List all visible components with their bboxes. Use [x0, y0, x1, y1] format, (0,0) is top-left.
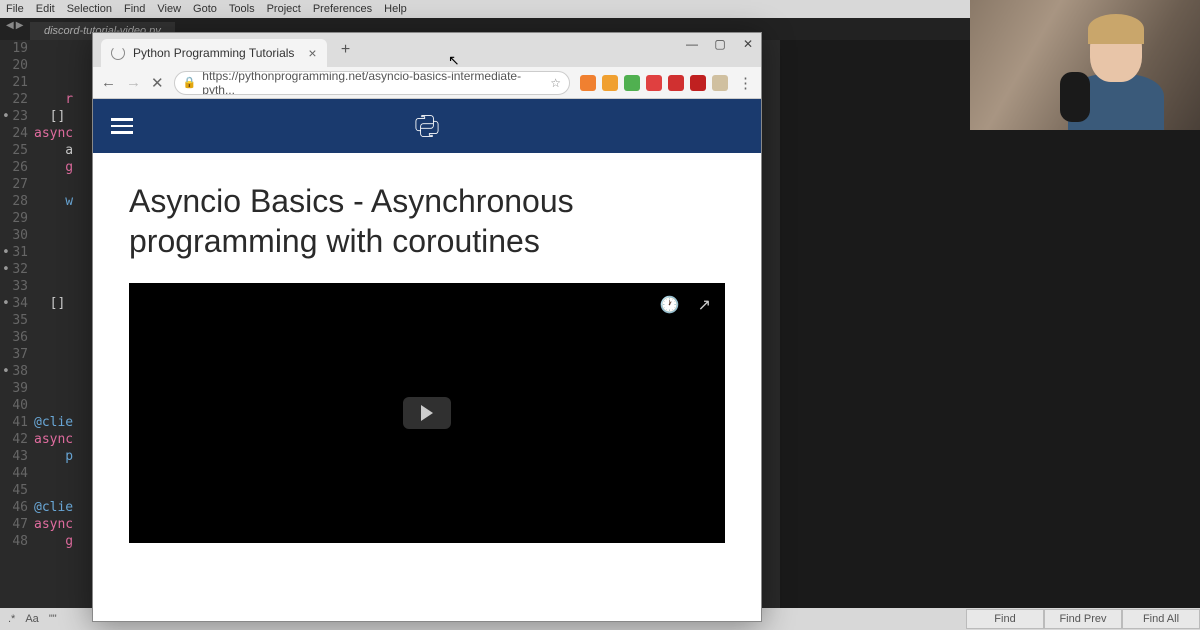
menu-selection[interactable]: Selection: [67, 3, 112, 15]
extension-icon-2[interactable]: [624, 75, 640, 91]
find-all-button[interactable]: Find All: [1122, 609, 1200, 629]
extension-icon-3[interactable]: [646, 75, 662, 91]
close-window-icon[interactable]: ✕: [741, 37, 755, 51]
url-text: https://pythonprogramming.net/asyncio-ba…: [202, 71, 544, 95]
line-gutter: 1920212223242526272829303132333435363738…: [0, 40, 34, 608]
share-icon[interactable]: ↗: [698, 295, 711, 315]
address-bar[interactable]: 🔒 https://pythonprogramming.net/asyncio-…: [174, 71, 570, 95]
hamburger-icon[interactable]: [111, 118, 133, 134]
python-logo-icon: [413, 112, 441, 140]
menu-find[interactable]: Find: [124, 3, 145, 15]
editor-history-arrows[interactable]: ◀▶: [6, 20, 23, 31]
browser-toolbar: ← → ✕ 🔒 https://pythonprogramming.net/as…: [93, 67, 761, 99]
menu-dots-icon[interactable]: ⋮: [738, 74, 753, 92]
site-header: [93, 99, 761, 153]
lock-icon: 🔒: [183, 76, 197, 89]
back-icon[interactable]: ←: [101, 74, 116, 91]
find-case-toggle[interactable]: Aa: [25, 613, 38, 625]
menu-edit[interactable]: Edit: [36, 3, 55, 15]
star-icon[interactable]: ☆: [550, 76, 561, 90]
loading-spinner-icon: [111, 46, 125, 60]
menu-file[interactable]: File: [6, 3, 24, 15]
browser-window: Python Programming Tutorials × + — ▢ ✕ ←…: [92, 32, 762, 622]
find-regex-toggle[interactable]: .*: [8, 613, 15, 625]
webcam-overlay: [970, 0, 1200, 130]
browser-tab-title: Python Programming Tutorials: [133, 46, 294, 60]
extension-icon-4[interactable]: [668, 75, 684, 91]
video-player[interactable]: 🕐 ↗: [129, 283, 725, 543]
maximize-icon[interactable]: ▢: [713, 37, 727, 51]
page-title: Asyncio Basics - Asynchronous programmin…: [129, 181, 725, 261]
forward-icon[interactable]: →: [126, 74, 141, 91]
menu-goto[interactable]: Goto: [193, 3, 217, 15]
menu-preferences[interactable]: Preferences: [313, 3, 372, 15]
menu-tools[interactable]: Tools: [229, 3, 255, 15]
browser-tabbar: Python Programming Tutorials × + — ▢ ✕: [93, 33, 761, 67]
browser-tab[interactable]: Python Programming Tutorials ×: [101, 39, 327, 67]
extension-icon-0[interactable]: [580, 75, 596, 91]
article-body: Asyncio Basics - Asynchronous programmin…: [93, 153, 761, 571]
extension-icon-5[interactable]: [690, 75, 706, 91]
stop-icon[interactable]: ✕: [151, 74, 164, 92]
browser-content: Asyncio Basics - Asynchronous programmin…: [93, 99, 761, 621]
find-prev-button[interactable]: Find Prev: [1044, 609, 1122, 629]
close-tab-icon[interactable]: ×: [308, 45, 316, 61]
microphone-icon: [1060, 72, 1090, 122]
find-word-toggle[interactable]: "": [49, 613, 57, 625]
menu-view[interactable]: View: [157, 3, 181, 15]
new-tab-button[interactable]: +: [333, 37, 359, 63]
menu-help[interactable]: Help: [384, 3, 407, 15]
play-icon: [421, 405, 433, 421]
play-button[interactable]: [403, 397, 451, 429]
menu-project[interactable]: Project: [267, 3, 301, 15]
watch-later-icon[interactable]: 🕐: [660, 295, 680, 315]
minimize-icon[interactable]: —: [685, 37, 699, 51]
find-button[interactable]: Find: [966, 609, 1044, 629]
extension-icon-1[interactable]: [602, 75, 618, 91]
extension-icon-6[interactable]: [712, 75, 728, 91]
extensions-row: [580, 75, 728, 91]
presenter: [1052, 0, 1182, 130]
